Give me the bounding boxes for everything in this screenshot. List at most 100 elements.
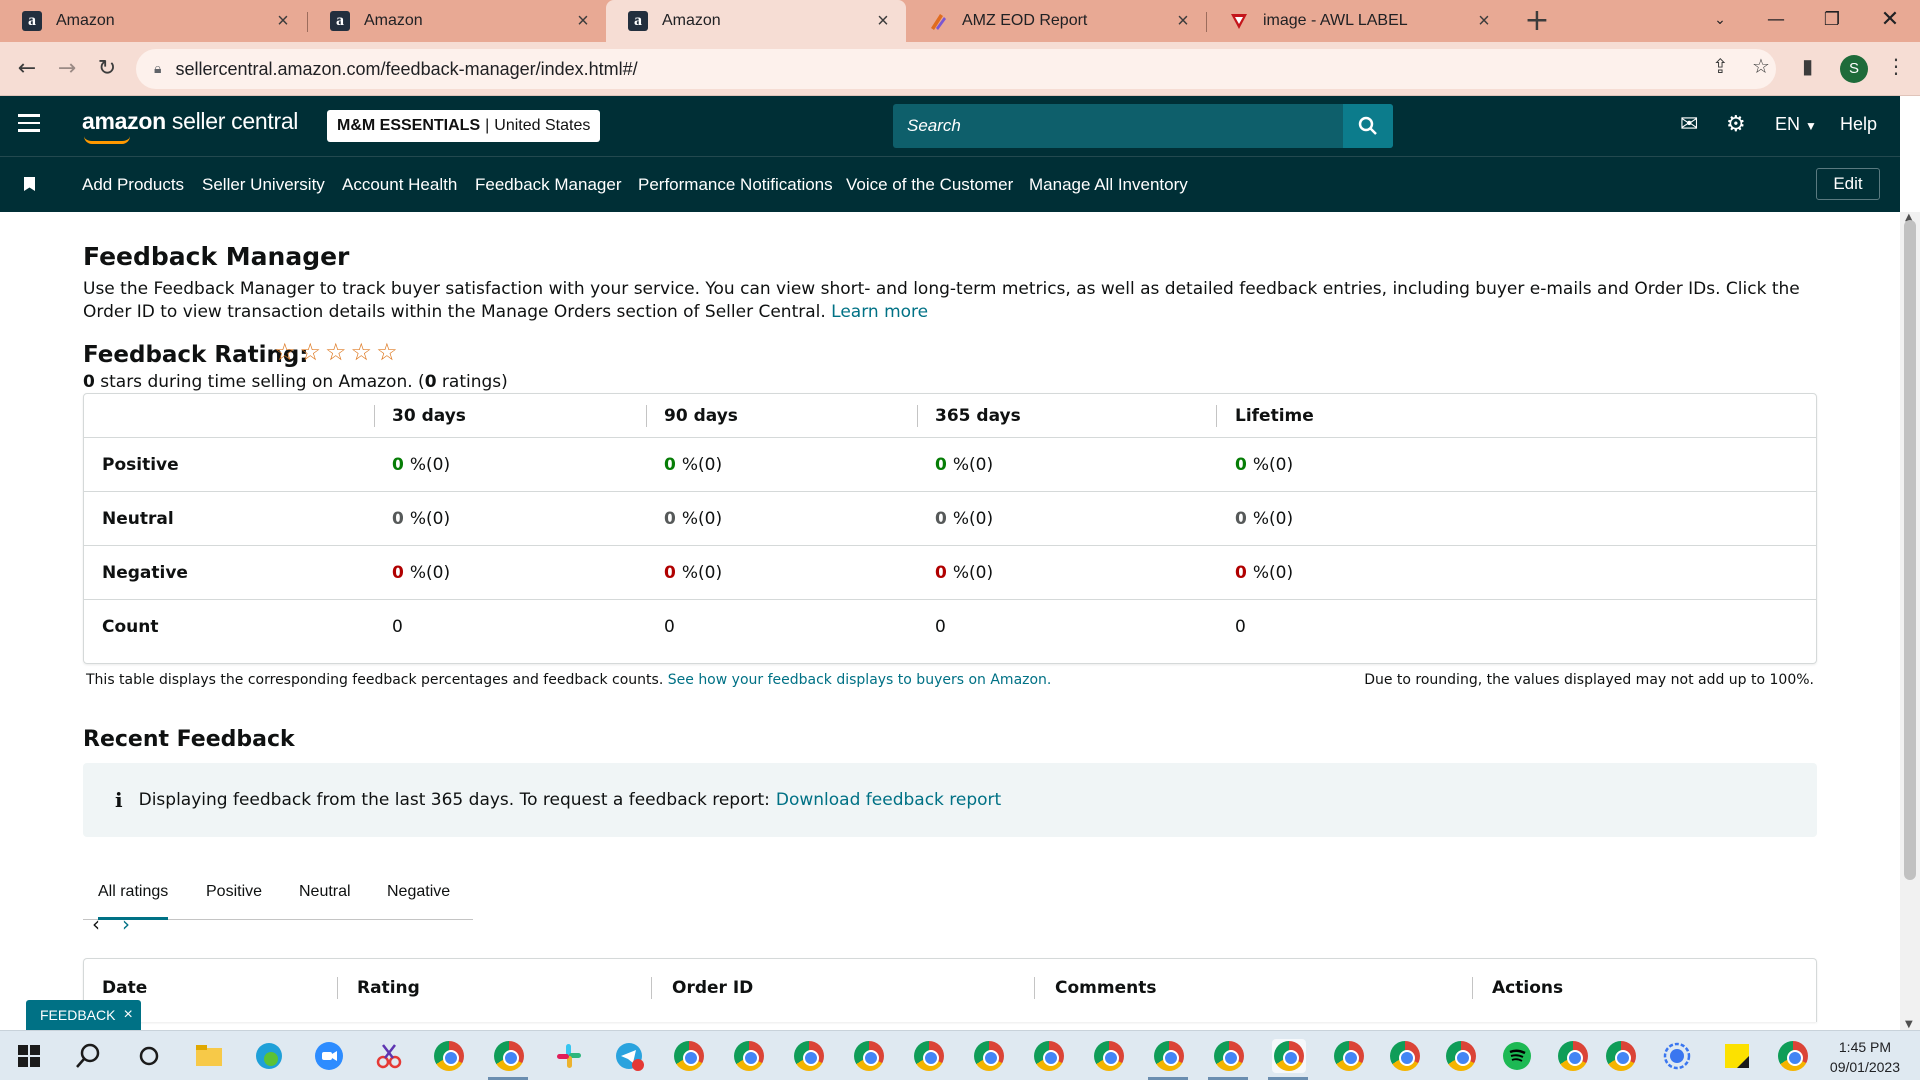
feedback-summary-table: 30 days 90 days 365 days Lifetime Positive 0%… bbox=[83, 393, 1817, 664]
telegram-icon[interactable] bbox=[612, 1039, 646, 1073]
tab-negative[interactable]: Negative bbox=[387, 864, 450, 920]
close-window-button[interactable]: ✕ bbox=[1862, 0, 1918, 42]
chrome-icon[interactable] bbox=[1272, 1039, 1306, 1073]
side-panel-icon[interactable]: ▮ bbox=[1802, 54, 1813, 78]
windows-start-icon[interactable] bbox=[12, 1039, 46, 1073]
address-bar[interactable]: 🔒︎ sellercentral.amazon.com/feedback-man… bbox=[136, 49, 1776, 89]
chrome-icon[interactable] bbox=[432, 1039, 466, 1073]
system-clock[interactable]: 1:45 PM 09/01/2023 bbox=[1830, 1037, 1900, 1077]
browser-tab-2[interactable]: a Amazon × bbox=[308, 0, 606, 42]
new-tab-button[interactable]: + bbox=[1520, 4, 1554, 38]
chrome-icon[interactable] bbox=[912, 1039, 946, 1073]
help-link[interactable]: Help bbox=[1840, 114, 1877, 135]
metric-value: 0 bbox=[664, 617, 675, 637]
browser-tab-strip: a Amazon × a Amazon × a Amazon × AMZ EOD… bbox=[0, 0, 1920, 42]
close-icon[interactable]: × bbox=[1475, 10, 1493, 33]
gear-icon[interactable]: ⚙ bbox=[1726, 112, 1746, 137]
edit-bookmarks-button[interactable]: Edit bbox=[1816, 168, 1880, 200]
store-switcher[interactable]: M&M ESSENTIALS | United States bbox=[327, 110, 601, 142]
seller-central-logo[interactable]: amazon seller central bbox=[82, 108, 298, 135]
forward-arrow-icon[interactable]: → bbox=[52, 54, 82, 84]
chrome-icon[interactable] bbox=[1604, 1039, 1638, 1073]
chrome-icon[interactable] bbox=[1556, 1039, 1590, 1073]
reload-icon[interactable]: ↻ bbox=[92, 54, 122, 84]
browser-tab-5[interactable]: image - AWL LABEL × bbox=[1207, 0, 1507, 42]
nav-account-health[interactable]: Account Health bbox=[342, 175, 457, 195]
close-icon[interactable]: × bbox=[1174, 10, 1192, 33]
chrome-icon[interactable] bbox=[492, 1039, 526, 1073]
col-comments[interactable]: Comments bbox=[1055, 959, 1156, 1017]
sticky-notes-icon[interactable] bbox=[1720, 1039, 1754, 1073]
store-separator: | bbox=[485, 117, 490, 134]
nav-feedback-manager[interactable]: Feedback Manager bbox=[475, 175, 621, 195]
col-rating[interactable]: Rating bbox=[357, 959, 420, 1017]
chrome-icon[interactable] bbox=[852, 1039, 886, 1073]
nav-manage-all-inventory[interactable]: Manage All Inventory bbox=[1029, 175, 1188, 195]
chrome-icon[interactable] bbox=[1776, 1039, 1810, 1073]
more-menu-icon[interactable]: ⋮ bbox=[1886, 54, 1906, 78]
scroll-down-icon[interactable]: ▼ bbox=[1905, 1019, 1913, 1030]
edge-icon[interactable] bbox=[252, 1039, 286, 1073]
chrome-icon[interactable] bbox=[1032, 1039, 1066, 1073]
close-icon[interactable]: × bbox=[123, 1006, 132, 1024]
chrome-icon[interactable] bbox=[1388, 1039, 1422, 1073]
row-label: Count bbox=[102, 617, 159, 637]
back-arrow-icon[interactable]: ← bbox=[12, 54, 42, 84]
amazon-smile-icon bbox=[84, 136, 130, 144]
task-view-icon[interactable] bbox=[132, 1039, 166, 1073]
chrome-icon[interactable] bbox=[1152, 1039, 1186, 1073]
mail-icon[interactable]: ✉ bbox=[1680, 112, 1698, 137]
chrome-icon[interactable] bbox=[732, 1039, 766, 1073]
tab-search-chevron-icon[interactable]: ⌄ bbox=[1692, 0, 1748, 42]
chrome-icon[interactable] bbox=[792, 1039, 826, 1073]
close-icon[interactable]: × bbox=[574, 10, 592, 33]
close-icon[interactable]: × bbox=[274, 10, 292, 33]
scroll-thumb[interactable] bbox=[1904, 220, 1916, 880]
chrome-icon[interactable] bbox=[672, 1039, 706, 1073]
nav-add-products[interactable]: Add Products bbox=[82, 175, 184, 195]
browser-tab-1[interactable]: a Amazon × bbox=[0, 0, 306, 42]
slack-icon[interactable] bbox=[552, 1039, 586, 1073]
clock-time: 1:45 PM bbox=[1838, 1039, 1892, 1055]
share-icon[interactable]: ⇪ bbox=[1712, 54, 1729, 78]
nav-seller-university[interactable]: Seller University bbox=[202, 175, 325, 195]
close-icon[interactable]: × bbox=[874, 10, 892, 33]
minimize-button[interactable]: — bbox=[1748, 0, 1804, 42]
chrome-icon[interactable] bbox=[972, 1039, 1006, 1073]
nav-performance-notifications[interactable]: Performance Notifications bbox=[638, 175, 833, 195]
chrome-icon[interactable] bbox=[1332, 1039, 1366, 1073]
restore-button[interactable]: ❐ bbox=[1804, 0, 1860, 42]
language-selector[interactable]: EN ▼ bbox=[1775, 114, 1817, 135]
search-input[interactable] bbox=[893, 104, 1343, 148]
buyer-display-link[interactable]: See how your feedback displays to buyers… bbox=[668, 672, 1052, 688]
chrome-icon[interactable] bbox=[1444, 1039, 1478, 1073]
hamburger-menu-icon[interactable] bbox=[18, 114, 40, 132]
page-scrollbar[interactable]: ▲ ▼ bbox=[1900, 212, 1920, 1030]
chevron-right-icon[interactable]: › bbox=[122, 912, 130, 936]
tab-neutral[interactable]: Neutral bbox=[299, 864, 351, 920]
feedback-widget-button[interactable]: FEEDBACK × bbox=[26, 1000, 141, 1030]
file-explorer-icon[interactable] bbox=[192, 1039, 226, 1073]
col-actions[interactable]: Actions bbox=[1492, 959, 1563, 1017]
profile-avatar[interactable]: S bbox=[1840, 55, 1868, 83]
snipping-tool-icon[interactable] bbox=[372, 1039, 406, 1073]
learn-more-link[interactable]: Learn more bbox=[831, 302, 928, 322]
tab-all-ratings[interactable]: All ratings bbox=[98, 864, 169, 920]
bookmark-icon[interactable] bbox=[24, 177, 35, 191]
download-feedback-report-link[interactable]: Download feedback report bbox=[776, 790, 1001, 810]
search-icon[interactable] bbox=[72, 1039, 106, 1073]
col-order-id[interactable]: Order ID bbox=[672, 959, 753, 1017]
spotify-icon[interactable] bbox=[1500, 1039, 1534, 1073]
browser-tab-4[interactable]: AMZ EOD Report × bbox=[906, 0, 1206, 42]
search-button[interactable] bbox=[1343, 104, 1393, 148]
nav-voice-of-the-customer[interactable]: Voice of the Customer bbox=[846, 175, 1013, 195]
bookmark-star-icon[interactable]: ☆ bbox=[1752, 54, 1770, 78]
chrome-icon[interactable] bbox=[1092, 1039, 1126, 1073]
zoom-icon[interactable] bbox=[312, 1039, 346, 1073]
browser-tab-3-active[interactable]: a Amazon × bbox=[606, 0, 906, 42]
chrome-icon[interactable] bbox=[1212, 1039, 1246, 1073]
metric-cell: 0 %(0) bbox=[664, 546, 722, 600]
tab-positive[interactable]: Positive bbox=[206, 864, 262, 920]
signal-icon[interactable] bbox=[1660, 1039, 1694, 1073]
chevron-left-icon[interactable]: ‹ bbox=[92, 912, 100, 936]
